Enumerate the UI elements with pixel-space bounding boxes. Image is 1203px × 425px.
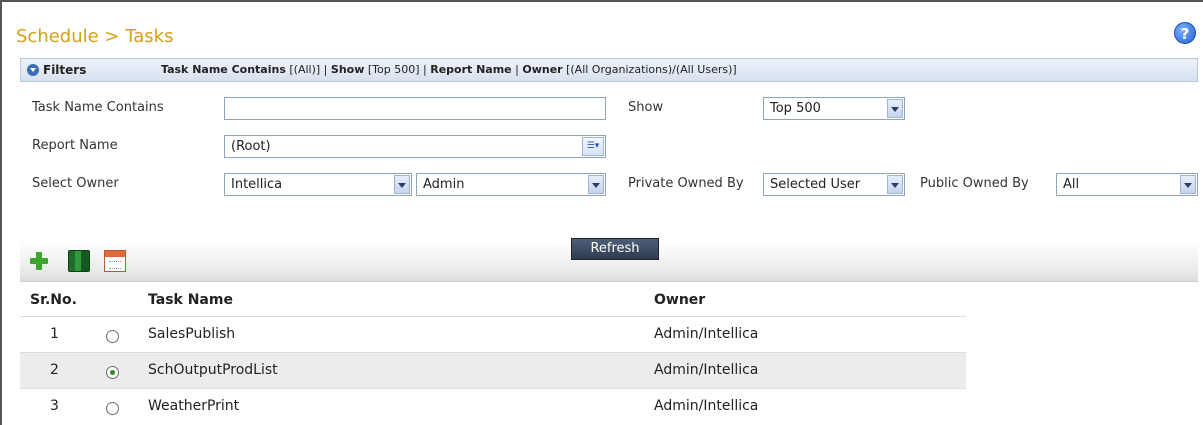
row-srno: 3	[50, 398, 59, 414]
summary-value-owner: [(All Organizations)/(All Users)]	[566, 63, 737, 76]
row-select-radio[interactable]	[106, 402, 119, 415]
public-owned-select[interactable]: All	[1056, 173, 1198, 196]
private-owned-label: Private Owned By	[628, 176, 744, 191]
show-select-value: Top 500	[770, 101, 821, 116]
app-frame: Schedule > Tasks ? Filters Task Name Con…	[0, 0, 1203, 425]
books-icon[interactable]	[68, 250, 90, 272]
owner-user-select[interactable]: Admin	[416, 173, 606, 196]
row-srno: 1	[50, 326, 59, 342]
column-header-srno[interactable]: Sr.No.	[30, 292, 77, 308]
tree-picker-icon[interactable]: ☰▾	[582, 137, 604, 156]
page-title: Schedule > Tasks	[16, 26, 174, 47]
row-select-radio[interactable]	[106, 366, 119, 379]
filters-toggle-label: Filters	[43, 63, 87, 77]
table-row[interactable]: 2 SchOutputProdList Admin/Intellica	[20, 352, 966, 388]
row-owner: Admin/Intellica	[654, 398, 759, 414]
owner-user-value: Admin	[423, 177, 465, 192]
page-header: Schedule > Tasks ?	[16, 22, 1196, 52]
chevron-down-icon	[1180, 175, 1196, 194]
owner-organization-value: Intellica	[231, 177, 283, 192]
filter-summary: Task Name Contains [(All)] | Show [Top 5…	[161, 63, 737, 76]
chevron-down-icon	[887, 175, 903, 194]
owner-organization-select[interactable]: Intellica	[224, 173, 412, 196]
row-srno: 2	[50, 362, 59, 378]
summary-key-owner: Owner	[522, 63, 563, 76]
summary-key-task-name: Task Name Contains	[161, 63, 286, 76]
task-name-input[interactable]	[224, 97, 606, 120]
private-owned-select[interactable]: Selected User	[763, 173, 905, 196]
summary-key-report-name: Report Name	[430, 63, 512, 76]
chevron-down-icon	[588, 175, 604, 194]
filter-bar: Filters Task Name Contains [(All)] | Sho…	[20, 58, 1198, 82]
plus-icon[interactable]	[28, 250, 50, 272]
report-name-field[interactable]: (Root) ☰▾	[224, 135, 606, 158]
row-task-name[interactable]: WeatherPrint	[148, 398, 239, 414]
report-name-value: (Root)	[231, 139, 271, 154]
chevron-down-icon	[394, 175, 410, 194]
public-owned-label: Public Owned By	[920, 176, 1029, 191]
private-owned-value: Selected User	[770, 177, 861, 192]
calendar-icon[interactable]	[104, 250, 126, 272]
row-task-name[interactable]: SalesPublish	[148, 326, 235, 342]
chevron-down-icon	[887, 99, 903, 118]
summary-key-show: Show	[330, 63, 365, 76]
show-select[interactable]: Top 500	[763, 97, 905, 120]
help-icon[interactable]: ?	[1174, 22, 1196, 44]
public-owned-value: All	[1063, 177, 1080, 192]
task-name-label: Task Name Contains	[32, 100, 164, 115]
summary-value-task-name: [(All)]	[289, 63, 321, 76]
collapse-icon	[27, 64, 39, 76]
show-label: Show	[628, 100, 664, 115]
table-row[interactable]: 1 SalesPublish Admin/Intellica	[20, 316, 966, 352]
summary-value-show: [Top 500]	[367, 63, 420, 76]
table-row[interactable]: 3 WeatherPrint Admin/Intellica	[20, 388, 966, 424]
row-select-radio[interactable]	[106, 330, 119, 343]
row-owner: Admin/Intellica	[654, 362, 759, 378]
filters-toggle[interactable]: Filters	[27, 63, 86, 77]
select-owner-label: Select Owner	[32, 176, 119, 191]
row-owner: Admin/Intellica	[654, 326, 759, 342]
column-header-task-name[interactable]: Task Name	[148, 292, 233, 308]
table-header: Sr.No. Task Name Owner	[20, 282, 1198, 316]
refresh-button[interactable]: Refresh	[571, 238, 659, 260]
row-task-name[interactable]: SchOutputProdList	[148, 362, 278, 378]
report-name-label: Report Name	[32, 138, 118, 153]
column-header-owner[interactable]: Owner	[654, 292, 705, 308]
